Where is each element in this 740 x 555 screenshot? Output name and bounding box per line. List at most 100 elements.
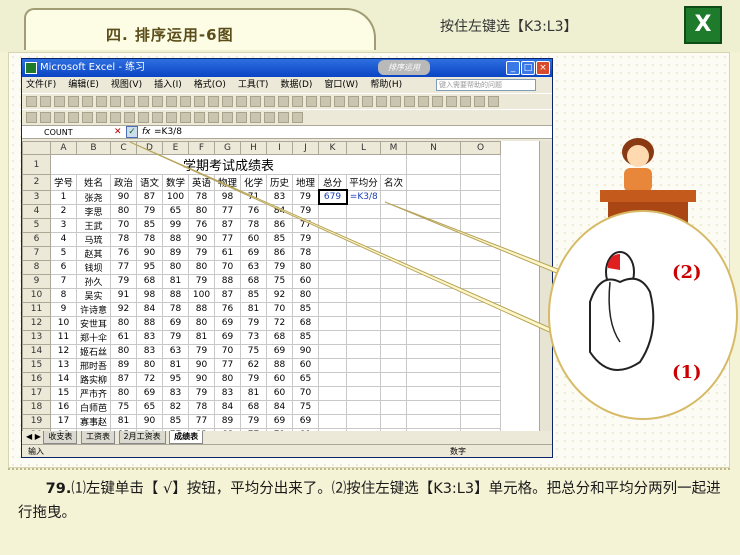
cell[interactable]: 79	[188, 245, 215, 261]
cell[interactable]: 80	[214, 371, 241, 387]
row-header[interactable]: 12	[22, 315, 51, 331]
menu-format[interactable]: 格式(O)	[194, 77, 226, 93]
cell[interactable]: 80	[188, 203, 215, 219]
toolbar-button[interactable]	[138, 112, 149, 123]
cell[interactable]: 75	[240, 343, 267, 359]
cell[interactable]: 87	[136, 189, 163, 205]
header-cell[interactable]: 英语	[188, 174, 215, 191]
cell[interactable]: 83	[136, 343, 163, 359]
cell[interactable]	[406, 189, 461, 205]
cell[interactable]: 79	[292, 203, 319, 219]
row-header[interactable]: 17	[22, 385, 51, 401]
cell[interactable]: 88	[188, 301, 215, 317]
sheet-tab-feb-salary[interactable]: 2月工资表	[118, 431, 166, 444]
cell[interactable]: 90	[110, 189, 137, 205]
cell[interactable]: 80	[188, 315, 215, 331]
cell[interactable]	[318, 301, 347, 317]
cell[interactable]: 79	[266, 259, 293, 275]
cell[interactable]: 75	[292, 399, 319, 415]
cell[interactable]	[406, 245, 461, 261]
cell[interactable]: 78	[110, 231, 137, 247]
menu-help[interactable]: 帮助(H)	[370, 77, 402, 93]
row-header[interactable]: 4	[22, 203, 51, 219]
toolbar-button[interactable]	[40, 96, 51, 107]
cell[interactable]: 75	[110, 399, 137, 415]
toolbar-button[interactable]	[96, 112, 107, 123]
row-header[interactable]: 5	[22, 217, 51, 233]
cell[interactable]: 69	[240, 245, 267, 261]
cell[interactable]: 73	[240, 329, 267, 345]
cell[interactable]: 68	[240, 399, 267, 415]
cell[interactable]	[380, 301, 407, 317]
toolbar-button[interactable]	[180, 96, 191, 107]
cell[interactable]: 90	[136, 245, 163, 261]
cell[interactable]	[380, 203, 407, 219]
cell[interactable]: 77	[214, 357, 241, 373]
sheet-title[interactable]: 学期考试成绩表	[50, 154, 407, 175]
cell[interactable]: 赵其	[76, 245, 111, 261]
cell[interactable]: 孙久	[76, 273, 111, 289]
cell[interactable]: 91	[110, 287, 137, 303]
cell[interactable]: 79	[240, 315, 267, 331]
cell[interactable]	[346, 259, 381, 275]
cell[interactable]: 80	[110, 343, 137, 359]
cell[interactable]: 60	[292, 273, 319, 289]
cell[interactable]: 85	[266, 231, 293, 247]
toolbar-button[interactable]	[278, 112, 289, 123]
cell[interactable]	[318, 315, 347, 331]
cell[interactable]: 79	[188, 385, 215, 401]
cell[interactable]: 79	[162, 329, 189, 345]
cell[interactable]: 77	[214, 231, 241, 247]
toolbar-button[interactable]	[110, 112, 121, 123]
cell[interactable]: 姬石丝	[76, 343, 111, 359]
cell[interactable]: 李思	[76, 203, 111, 219]
cell[interactable]: 84	[136, 301, 163, 317]
cell[interactable]: 78	[162, 301, 189, 317]
cell[interactable]: 98	[214, 189, 241, 205]
toolbar-button[interactable]	[418, 96, 429, 107]
cell[interactable]	[346, 217, 381, 233]
cell[interactable]	[460, 231, 501, 247]
cell[interactable]	[380, 371, 407, 387]
cell[interactable]: 68	[136, 273, 163, 289]
cell[interactable]: 61	[214, 245, 241, 261]
toolbar-button[interactable]	[292, 96, 303, 107]
row-header[interactable]: 14	[22, 343, 51, 359]
cell[interactable]: 85	[136, 217, 163, 233]
cell[interactable]: 吴实	[76, 287, 111, 303]
toolbar-button[interactable]	[82, 96, 93, 107]
toolbar-button[interactable]	[376, 96, 387, 107]
header-cell[interactable]: 历史	[266, 174, 293, 191]
cell[interactable]	[380, 315, 407, 331]
cell[interactable]: 70	[110, 217, 137, 233]
toolbar-button[interactable]	[320, 96, 331, 107]
cell[interactable]	[406, 315, 461, 331]
row-header[interactable]: 9	[22, 273, 51, 289]
cell[interactable]: 69	[214, 329, 241, 345]
function-icon[interactable]: fx	[142, 126, 151, 139]
cell[interactable]: 3	[50, 217, 77, 233]
select-all-corner[interactable]	[22, 141, 51, 155]
toolbar-button[interactable]	[208, 96, 219, 107]
cell[interactable]: =K3/8	[346, 189, 381, 205]
toolbar-button[interactable]	[278, 96, 289, 107]
cell[interactable]: 邢时吾	[76, 357, 111, 373]
header-cell[interactable]: 语文	[136, 174, 163, 191]
cell[interactable]: 79	[240, 413, 267, 429]
cell[interactable]	[460, 315, 501, 331]
toolbar-button[interactable]	[334, 96, 345, 107]
column-header[interactable]: B	[76, 141, 111, 155]
cell[interactable]: 95	[136, 259, 163, 275]
menu-view[interactable]: 视图(V)	[111, 77, 142, 93]
cell[interactable]: 72	[266, 315, 293, 331]
cell[interactable]: 2	[50, 203, 77, 219]
toolbar-button[interactable]	[68, 112, 79, 123]
cell[interactable]	[318, 357, 347, 373]
cell[interactable]: 79	[188, 343, 215, 359]
cell[interactable]: 王武	[76, 217, 111, 233]
cell[interactable]: 81	[240, 301, 267, 317]
cell[interactable]: 68	[292, 315, 319, 331]
cell[interactable]: 7	[50, 273, 77, 289]
cell[interactable]: 79	[240, 371, 267, 387]
cell[interactable]	[346, 203, 381, 219]
